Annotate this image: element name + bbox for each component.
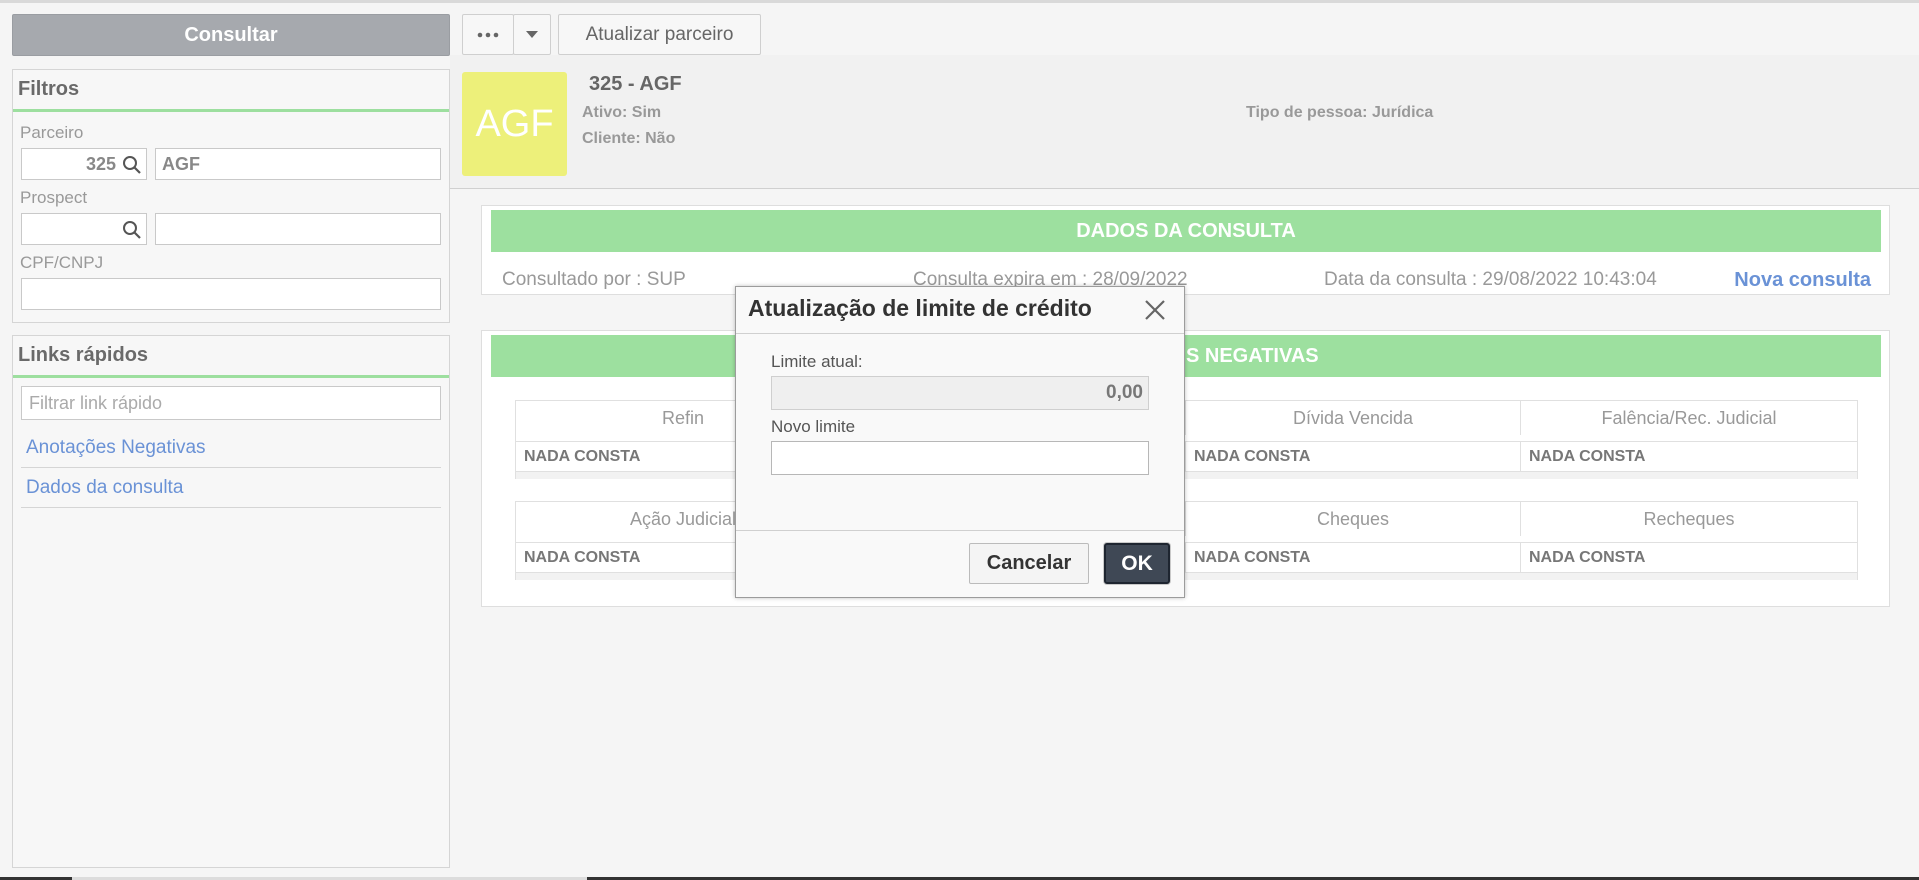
col-divida-vencida: Dívida Vencida bbox=[1186, 401, 1521, 435]
dialog-divider bbox=[736, 333, 1184, 334]
col-falencia: Falência/Rec. Judicial bbox=[1601, 407, 1777, 428]
prospect-code-input[interactable] bbox=[21, 213, 147, 245]
partner-cliente: Cliente: Não bbox=[582, 130, 676, 147]
novo-limite-label: Novo limite bbox=[771, 417, 856, 436]
cpf-input[interactable] bbox=[21, 278, 441, 310]
limite-atual-value: 0,00 bbox=[1106, 382, 1143, 403]
partner-ativo: Ativo: Sim bbox=[582, 104, 662, 121]
parceiro-name-value: AGF bbox=[162, 153, 200, 174]
top-border bbox=[0, 0, 1919, 3]
limite-atual-label: Limite atual: bbox=[771, 352, 863, 371]
dropdown-button[interactable] bbox=[513, 14, 551, 55]
dialog-footer-divider bbox=[736, 530, 1184, 531]
parceiro-code-input[interactable]: 325 bbox=[21, 148, 147, 180]
quick-link-anotacoes[interactable]: Anotações Negativas bbox=[21, 428, 441, 468]
links-panel: Links rápidos Filtrar link rápido Anotaç… bbox=[12, 335, 450, 868]
val-cheques: NADA CONSTA bbox=[1186, 542, 1521, 572]
limite-credito-dialog: Atualização de limite de crédito Limite … bbox=[735, 286, 1185, 598]
parceiro-label: Parceiro bbox=[20, 123, 84, 142]
col-cheques: Cheques bbox=[1186, 502, 1521, 536]
partner-avatar: AGF bbox=[462, 72, 567, 176]
quick-link-dados[interactable]: Dados da consulta bbox=[21, 468, 441, 508]
caret-down-icon bbox=[526, 31, 538, 38]
dialog-title: Atualização de limite de crédito bbox=[748, 295, 1092, 321]
anotacoes-negativas-card: S NEGATIVAS Refin Dívida Vencida Falênci… bbox=[481, 330, 1890, 607]
parceiro-code-value: 325 bbox=[85, 153, 116, 174]
partner-title: 325 - AGF bbox=[589, 73, 682, 95]
close-icon[interactable] bbox=[1142, 297, 1168, 323]
partner-tipo-pessoa: Tipo de pessoa: Jurídica bbox=[1246, 104, 1434, 121]
ellipsis-icon bbox=[477, 32, 499, 37]
dados-consulta-card: DADOS DA CONSULTA Consultado por : SUP C… bbox=[481, 205, 1890, 295]
atualizar-parceiro-button[interactable]: Atualizar parceiro bbox=[558, 14, 761, 55]
negativas-table-1: Refin Dívida Vencida Falência/Rec. Judic… bbox=[515, 400, 1858, 479]
prospect-name-input[interactable] bbox=[155, 213, 441, 245]
val-recheques: NADA CONSTA bbox=[1521, 542, 1857, 572]
more-options-button[interactable] bbox=[462, 14, 514, 55]
consultar-button[interactable]: Consultar bbox=[12, 14, 450, 56]
ok-button[interactable]: OK bbox=[1104, 543, 1170, 584]
novo-limite-input[interactable] bbox=[771, 441, 1149, 475]
filtros-title: Filtros bbox=[13, 70, 449, 112]
dados-consulta-header: DADOS DA CONSULTA bbox=[491, 210, 1881, 252]
links-title: Links rápidos bbox=[13, 336, 449, 378]
cpf-label: CPF/CNPJ bbox=[20, 253, 104, 272]
negativas-table-2: Ação Judicial Cheques Recheques NADA CON… bbox=[515, 501, 1858, 580]
table-footer bbox=[516, 572, 1857, 580]
search-icon[interactable] bbox=[122, 220, 142, 240]
cancel-button[interactable]: Cancelar bbox=[969, 543, 1089, 584]
filtros-panel: Filtros Parceiro 325 AGF Prospect CPF/CN… bbox=[12, 69, 450, 323]
limite-atual-field: 0,00 bbox=[771, 376, 1149, 410]
prospect-label: Prospect bbox=[20, 188, 88, 207]
data-consulta: Data da consulta : 29/08/2022 10:43:04 bbox=[1324, 269, 1657, 290]
val-falencia: NADA CONSTA bbox=[1521, 441, 1857, 471]
nova-consulta-link[interactable]: Nova consulta bbox=[1734, 269, 1871, 292]
anotacoes-negativas-header: S NEGATIVAS bbox=[491, 335, 1881, 377]
val-divida-vencida: NADA CONSTA bbox=[1186, 441, 1521, 471]
consultado-por: Consultado por : SUP bbox=[502, 269, 686, 290]
parceiro-name-input[interactable]: AGF bbox=[155, 148, 441, 180]
table-footer bbox=[516, 471, 1857, 479]
link-filter-input[interactable]: Filtrar link rápido bbox=[21, 386, 441, 420]
link-filter-placeholder: Filtrar link rápido bbox=[29, 392, 163, 413]
col-recheques: Recheques bbox=[1643, 508, 1735, 529]
search-icon[interactable] bbox=[122, 155, 142, 175]
